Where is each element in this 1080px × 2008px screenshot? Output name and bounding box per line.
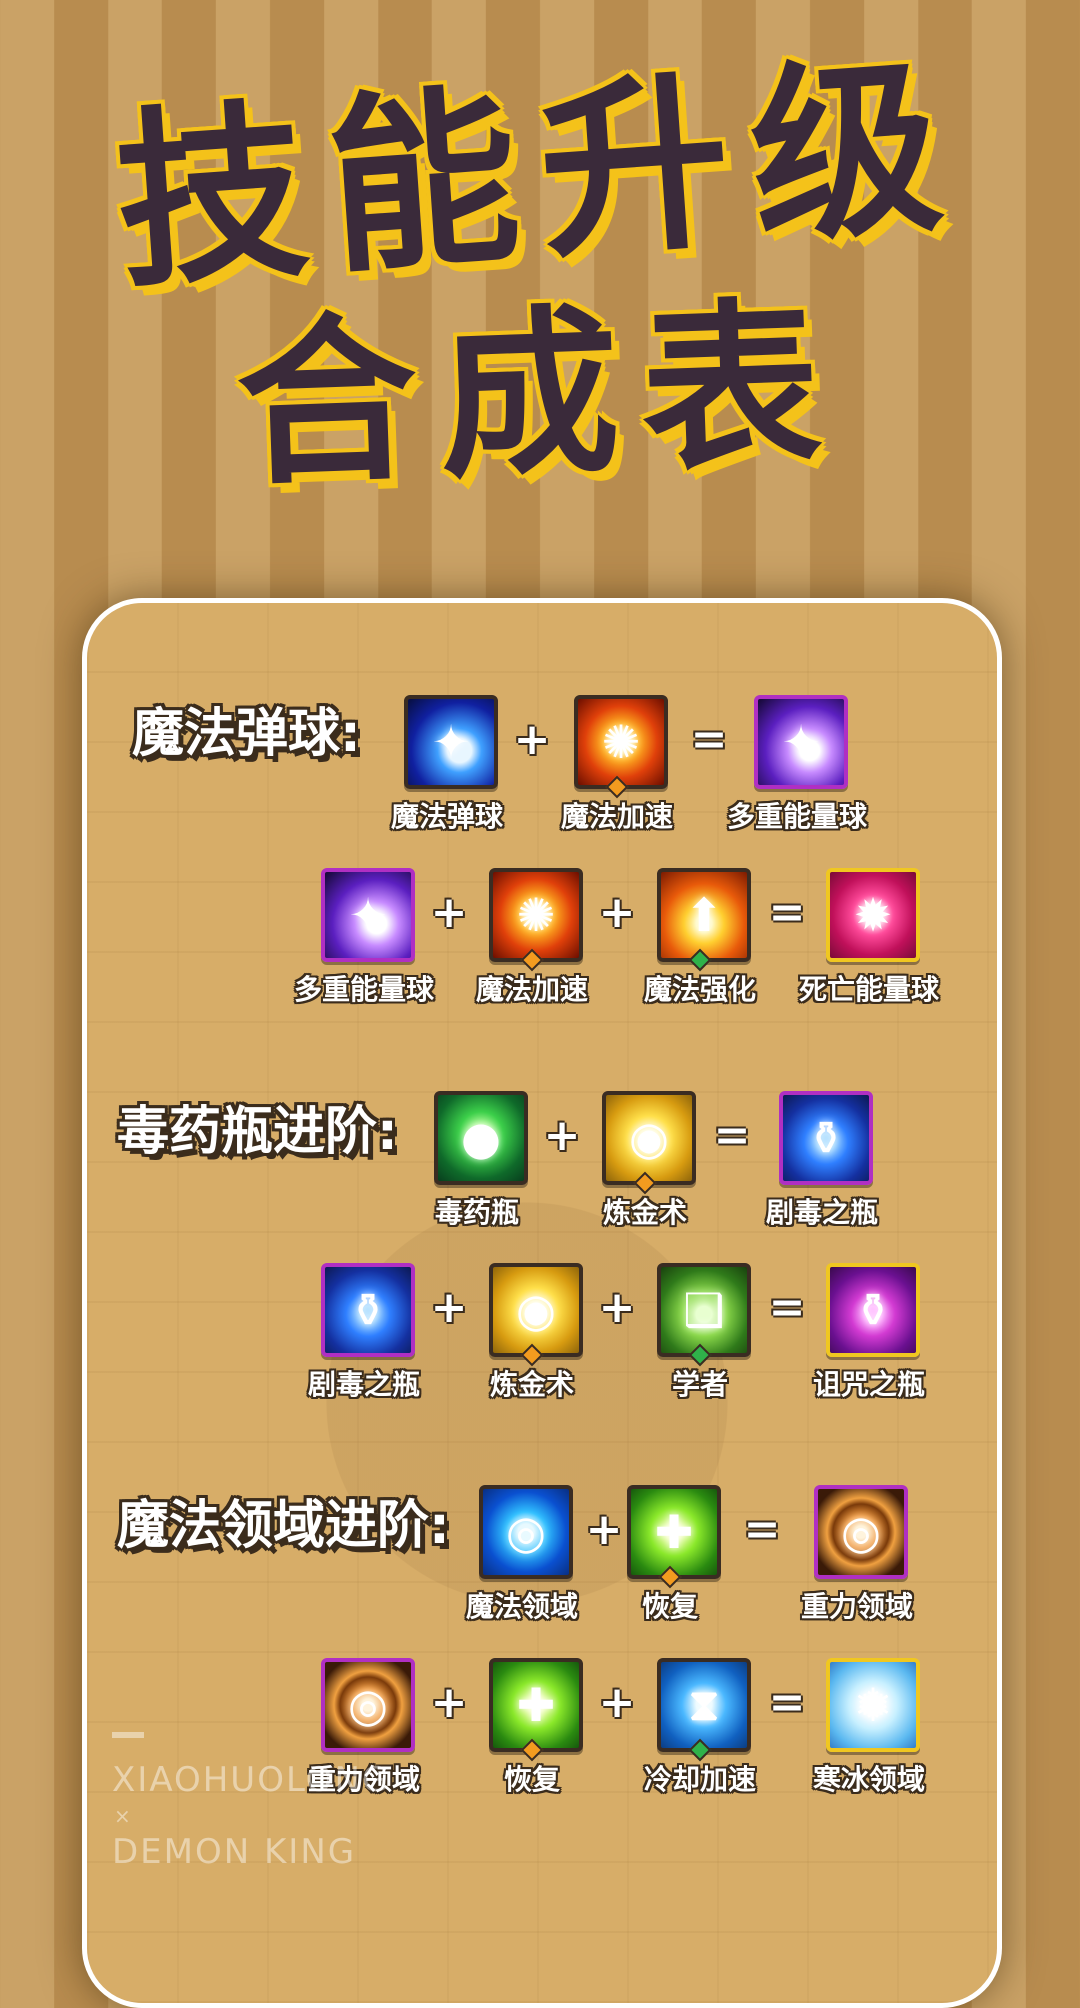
purple-fireball-icon: ✦ (754, 695, 848, 789)
green-poison-icon: ● (434, 1091, 528, 1185)
watermark-line-1: XIAOHUOLONG (112, 1760, 391, 1800)
skill-name: 恢复 (641, 1590, 698, 1623)
magenta-bottle-icon: ⚱ (826, 1263, 920, 1357)
plus-sign: + (598, 1677, 636, 1728)
skill-name: 魔法强化 (643, 973, 756, 1006)
plus-sign: + (598, 887, 636, 938)
skill-name: 炼金术 (489, 1368, 574, 1401)
recipe-row: ✦ 魔法弹球 + ✺ 魔法加速 = ✦ 多重能量球 (87, 695, 997, 833)
skill-name: 冷却加速 (643, 1763, 756, 1796)
pink-orb-icon: ✹ (826, 868, 920, 962)
plus-sign: + (543, 1110, 581, 1161)
skill-name: 寒冰领域 (812, 1763, 925, 1796)
plus-sign: + (513, 714, 551, 765)
skill-name: 剧毒之瓶 (307, 1368, 420, 1401)
plus-sign: + (430, 1282, 468, 1333)
orange-swirl-icon: ✺ (489, 868, 583, 962)
equals-sign: = (690, 714, 728, 765)
skill-name: 魔法领域 (465, 1590, 578, 1623)
plus-sign: + (585, 1504, 623, 1555)
recipe-row: ⚱ 剧毒之瓶 + ◉ 炼金术 + ❑ 学者 = ⚱ 诅咒之瓶 (87, 1263, 997, 1401)
skill-name: 多重能量球 (726, 800, 867, 833)
equals-sign: = (768, 1677, 806, 1728)
book-icon: ❑ (657, 1263, 751, 1357)
gravity-ring-icon: ◎ (321, 1658, 415, 1752)
equals-sign: = (768, 1282, 806, 1333)
skill-name: 毒药瓶 (434, 1196, 519, 1229)
skill-name: 重力领域 (800, 1590, 913, 1623)
skill-name: 魔法加速 (560, 800, 673, 833)
skill-name: 学者 (671, 1368, 728, 1401)
equals-sign: = (713, 1110, 751, 1161)
recipe-row: ● 毒药瓶 + ◉ 炼金术 = ⚱ 剧毒之瓶 (87, 1091, 997, 1229)
plus-sign: + (430, 1677, 468, 1728)
blue-fireball-icon: ✦ (404, 695, 498, 789)
plus-sign: + (430, 887, 468, 938)
blue-bottle-icon: ⚱ (321, 1263, 415, 1357)
skill-name: 炼金术 (602, 1196, 687, 1229)
green-cross-icon: ✚ (489, 1658, 583, 1752)
skill-name: 诅咒之瓶 (812, 1368, 925, 1401)
watermark-line-2: DEMON KING (112, 1832, 357, 1872)
title: 技能升级 合成表 (0, 35, 1080, 511)
blue-bottle-icon: ⚱ (779, 1091, 873, 1185)
gravity-ring-icon: ◎ (814, 1485, 908, 1579)
watermark-dash (112, 1732, 144, 1738)
equals-sign: = (743, 1504, 781, 1555)
hourglass-icon: ⧗ (657, 1658, 751, 1752)
green-cross-icon: ✚ (627, 1485, 721, 1579)
recipe-row: ✦ 多重能量球 + ✺ 魔法加速 + ⬆ 魔法强化 = ✹ 死亡能量球 (87, 868, 997, 1006)
recipe-row: ◎ 魔法领域 + ✚ 恢复 = ◎ 重力领域 (87, 1485, 997, 1623)
title-line-2: 合成表 (233, 280, 847, 511)
blue-ring-icon: ◎ (479, 1485, 573, 1579)
snowflake-icon: ❄ (826, 1658, 920, 1752)
orange-swirl-icon: ✺ (574, 695, 668, 789)
watermark: XIAOHUOLONG × DEMON KING (112, 1732, 391, 1872)
skill-name: 死亡能量球 (798, 973, 939, 1006)
skill-name: 剧毒之瓶 (765, 1196, 878, 1229)
gold-coins-icon: ◉ (602, 1091, 696, 1185)
purple-fireball-icon: ✦ (321, 868, 415, 962)
skill-name: 魔法加速 (475, 973, 588, 1006)
skill-name: 魔法弹球 (390, 800, 503, 833)
skill-name: 多重能量球 (293, 973, 434, 1006)
power-arrow-icon: ⬆ (657, 868, 751, 962)
gold-coins-icon: ◉ (489, 1263, 583, 1357)
skill-name: 恢复 (503, 1763, 560, 1796)
equals-sign: = (768, 887, 806, 938)
title-line-1: 技能升级 (109, 34, 971, 315)
plus-sign: + (598, 1282, 636, 1333)
watermark-cross: × (114, 1804, 131, 1828)
